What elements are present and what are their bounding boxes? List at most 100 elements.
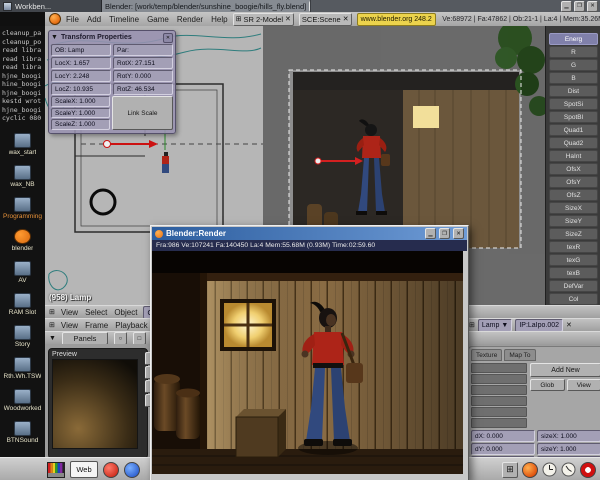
ipo-channel[interactable]: Dist: [549, 85, 598, 97]
menu-item[interactable]: Help: [211, 15, 227, 24]
panel-tab[interactable]: Map To: [504, 349, 535, 361]
offset-field[interactable]: dX: 0.000: [471, 430, 535, 442]
blue-app-icon[interactable]: [124, 462, 140, 478]
ipo-channel[interactable]: SizeZ: [549, 228, 598, 240]
link-scale-button[interactable]: Link Scale: [112, 96, 173, 130]
ipo-channel[interactable]: G: [549, 59, 598, 71]
web-button[interactable]: Web: [70, 461, 98, 478]
background-window-tab[interactable]: Workben...: [0, 0, 102, 12]
panel-menu-icon[interactable]: ⊞: [502, 462, 518, 478]
ipo-channel[interactable]: Quad1: [549, 124, 598, 136]
loc-field[interactable]: LocZ: 10.935: [51, 83, 111, 95]
size-field[interactable]: sizeY: 1.000: [537, 443, 600, 455]
object-name-field[interactable]: OB: Lamp: [51, 44, 111, 56]
red-app-icon[interactable]: [103, 462, 119, 478]
rot-field[interactable]: RotY: 0.000: [113, 70, 173, 82]
menu-item[interactable]: Game: [147, 15, 169, 24]
menu-item[interactable]: Render: [177, 15, 203, 24]
menu-item[interactable]: View: [61, 308, 78, 317]
close-icon[interactable]: ✕: [163, 33, 173, 43]
maximize-icon[interactable]: ❐: [574, 1, 585, 12]
ipo-channel[interactable]: B: [549, 72, 598, 84]
close-icon[interactable]: ✕: [285, 16, 291, 23]
render-titlebar[interactable]: Blender:Render ▁ ❐ ✕: [152, 227, 467, 240]
alert-icon[interactable]: [580, 462, 596, 478]
menu-item[interactable]: View: [61, 321, 78, 330]
offset-field[interactable]: dY: 0.000: [471, 443, 535, 455]
scale-field[interactable]: ScaleZ: 1.000: [51, 119, 110, 130]
menu-item[interactable]: Object: [114, 308, 137, 317]
render-window[interactable]: Blender:Render ▁ ❐ ✕ Fra:986 Ve:107241 F…: [150, 225, 469, 480]
panel-collapse-icon[interactable]: ▼: [51, 34, 58, 41]
ipo-channel[interactable]: Col: [549, 293, 598, 305]
ipo-channel[interactable]: DefVar: [549, 280, 598, 292]
panel-tab[interactable]: Texture: [471, 349, 502, 361]
translate-manipulator[interactable]: [104, 140, 159, 148]
menu-item[interactable]: Frame: [85, 321, 108, 330]
desktop-icon[interactable]: Programming: [0, 197, 45, 220]
minimize-icon[interactable]: ▁: [561, 1, 572, 12]
menu-item[interactable]: File: [66, 15, 79, 24]
ipo-channel[interactable]: SizeY: [549, 215, 598, 227]
scale-field[interactable]: ScaleY: 1.000: [51, 108, 110, 119]
browser-icon[interactable]: [522, 462, 538, 478]
maximize-icon[interactable]: ❐: [439, 228, 450, 239]
menu-item[interactable]: Add: [87, 15, 101, 24]
close-icon[interactable]: ✕: [343, 16, 349, 23]
editor-type-icon[interactable]: ⊞: [49, 309, 55, 316]
panels-dropdown-icon[interactable]: ▼: [49, 335, 56, 342]
ipo-channel[interactable]: texB: [549, 267, 598, 279]
ipo-channel[interactable]: OfsY: [549, 176, 598, 188]
editor-type-icon[interactable]: ⊞: [49, 322, 55, 329]
desktop-icon[interactable]: BTNSound: [0, 421, 45, 444]
ipo-channel[interactable]: OfsX: [549, 163, 598, 175]
minimize-icon[interactable]: ▁: [425, 228, 436, 239]
ipo-channel[interactable]: texR: [549, 241, 598, 253]
editor-type-icon[interactable]: ⊞: [469, 322, 475, 329]
size-field[interactable]: sizeX: 1.000: [537, 430, 600, 442]
parent-field[interactable]: Par:: [113, 44, 173, 56]
add-new-button[interactable]: Add New: [530, 363, 600, 377]
close-icon[interactable]: ✕: [453, 228, 464, 239]
close-icon[interactable]: ✕: [566, 322, 572, 329]
coord-button[interactable]: Glob: [530, 379, 565, 391]
desktop-icon[interactable]: wax_NB: [0, 165, 45, 188]
clock-icon[interactable]: [542, 462, 557, 477]
loc-field[interactable]: LocY: 2.248: [51, 70, 111, 82]
ipo-channel[interactable]: R: [549, 46, 598, 58]
menu-item[interactable]: Timeline: [109, 15, 139, 24]
loc-field[interactable]: LocX: 1.657: [51, 57, 111, 69]
screen-selector[interactable]: ⊞ SR 2-Model ✕: [233, 13, 294, 26]
texture-channel-slots[interactable]: [471, 363, 527, 428]
ipo-channel[interactable]: HaInt: [549, 150, 598, 162]
coord-button[interactable]: View: [567, 379, 600, 391]
close-icon[interactable]: ✕: [587, 1, 598, 12]
desktop-icon[interactable]: wax_start: [0, 133, 45, 156]
ipo-channel[interactable]: SpotBl: [549, 111, 598, 123]
desktop-icon[interactable]: AV: [0, 261, 45, 284]
scene-selector[interactable]: SCE:Scene ✕: [299, 13, 352, 26]
menu-item[interactable]: Select: [85, 308, 107, 317]
ipo-channel[interactable]: texG: [549, 254, 598, 266]
blender-logo-icon[interactable]: [49, 13, 61, 25]
menu-item[interactable]: Playback: [115, 321, 147, 330]
ipo-channel[interactable]: SizeX: [549, 202, 598, 214]
clock-icon[interactable]: [561, 462, 576, 477]
desktop-icon[interactable]: RAM Slot: [0, 293, 45, 316]
desktop-icon[interactable]: blender: [0, 229, 45, 252]
desktop-icon[interactable]: Woodworked: [0, 389, 45, 412]
transform-properties-panel[interactable]: ▼ Transform Properties ✕ OB: Lamp Par: L…: [48, 30, 176, 134]
blender-window-tab[interactable]: Blender: [work/temp/blender/sunshine_boo…: [102, 0, 311, 12]
preview-panel[interactable]: Preview: [48, 348, 148, 459]
rot-field[interactable]: RotZ: 46.534: [113, 83, 173, 95]
character-sprite[interactable]: [162, 152, 169, 173]
ipo-channel[interactable]: SpotSi: [549, 98, 598, 110]
scale-field[interactable]: ScaleX: 1.000: [51, 96, 110, 107]
color-bars-thumbnail[interactable]: [47, 462, 65, 478]
ipo-channel[interactable]: Energ: [549, 33, 598, 45]
ipo-channel[interactable]: Quad2: [549, 137, 598, 149]
desktop-icon[interactable]: Story: [0, 325, 45, 348]
desktop-icon[interactable]: Rth.Wh.TSW: [0, 357, 45, 380]
ipo-channel[interactable]: OfsZ: [549, 189, 598, 201]
rot-field[interactable]: RotX: 27.151: [113, 57, 173, 69]
